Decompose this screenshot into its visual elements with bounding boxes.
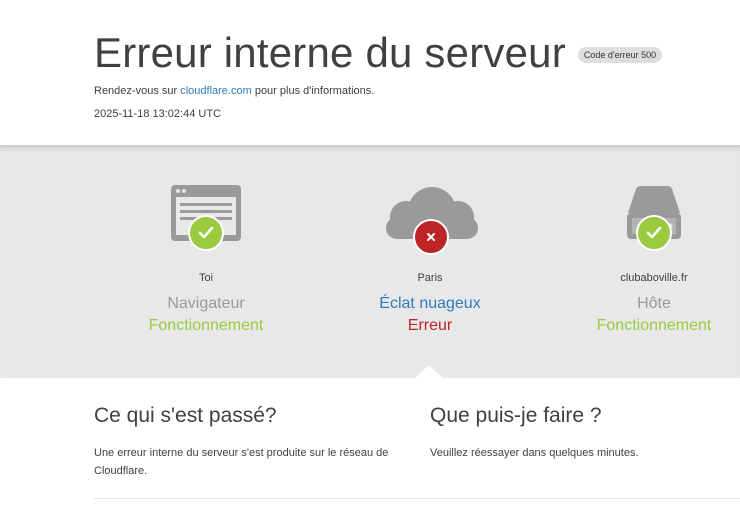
error-code-badge: Code d'erreur 500: [577, 47, 663, 63]
section-what-happened: Ce qui s'est passé? Une erreur interne d…: [94, 402, 404, 480]
info-line: Rendez-vous sur cloudflare.com pour plus…: [94, 85, 374, 97]
what-can-i-do-heading: Que puis-je faire ?: [430, 404, 602, 427]
x-icon: [413, 219, 449, 255]
error-pointer: [414, 365, 444, 379]
timestamp: 2025-11-18 13:02:44 UTC: [94, 108, 221, 120]
role-browser: Navigateur: [167, 295, 245, 312]
title-row: Erreur interne du serveur Code d'erreur …: [94, 28, 663, 78]
browser-icon: [146, 183, 266, 255]
role-host: Hôte: [637, 295, 671, 312]
page-title: Erreur interne du serveur: [94, 29, 566, 76]
role-cloudflare: Éclat nuageux: [379, 295, 481, 312]
state-host: Fonctionnement: [596, 317, 712, 334]
info-prefix: Rendez-vous sur: [94, 85, 181, 97]
checkmark-icon: [636, 215, 672, 251]
location-cloudflare: Paris: [417, 272, 443, 284]
what-happened-heading: Ce qui s'est passé?: [94, 404, 277, 427]
location-browser: Toi: [198, 272, 214, 284]
checkmark-icon: [188, 215, 224, 251]
what-happened-body: Une erreur interne du serveur s'est prod…: [94, 447, 389, 477]
cloudflare-link[interactable]: cloudflare.com: [180, 85, 252, 97]
section-what-can-i-do: Que puis-je faire ? Veuillez réessayer d…: [430, 402, 740, 462]
what-can-i-do-body: Veuillez réessayer dans quelques minutes…: [430, 447, 639, 459]
header: Erreur interne du serveur Code d'erreur …: [0, 0, 740, 145]
cloud-icon: [370, 183, 490, 255]
state-cloudflare: Erreur: [407, 317, 453, 334]
server-icon: [594, 183, 714, 255]
divider: [94, 498, 740, 499]
status-band: Toi Navigateur Fonctionnement Paris Écla…: [0, 145, 740, 378]
info-suffix: pour plus d'informations.: [251, 85, 375, 97]
location-host: clubaboville.fr: [620, 272, 688, 284]
state-browser: Fonctionnement: [148, 317, 264, 334]
